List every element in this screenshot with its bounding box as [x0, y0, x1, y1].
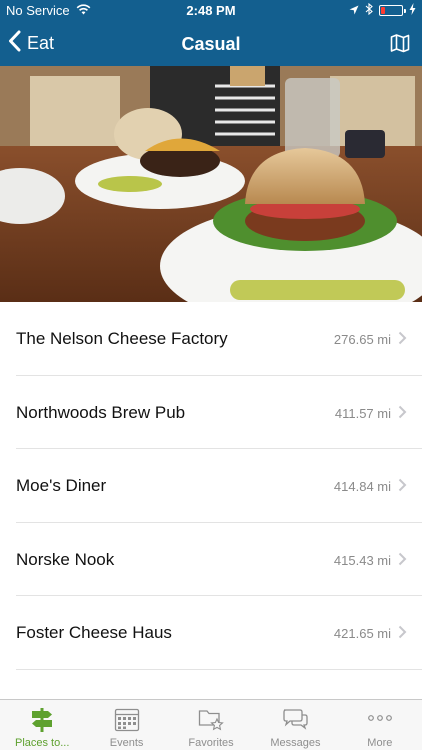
places-list: The Nelson Cheese Factory 276.65 mi Nort… [0, 302, 422, 670]
status-right [349, 2, 416, 18]
list-item[interactable]: Northwoods Brew Pub 411.57 mi [0, 376, 422, 450]
hero-photo [0, 66, 422, 302]
place-name: Foster Cheese Haus [16, 623, 172, 643]
tab-messages[interactable]: Messages [253, 700, 337, 750]
bluetooth-icon [365, 2, 373, 18]
chat-bubbles-icon [253, 705, 337, 733]
chevron-right-icon [398, 625, 407, 644]
favorites-folder-icon [169, 705, 253, 733]
charging-bolt-icon [409, 3, 416, 18]
page-title: Casual [181, 34, 241, 54]
place-distance: 421.65 mi [333, 626, 391, 642]
place-name: Moe's Diner [16, 476, 107, 496]
tab-bar: Places to... Events Favorites Messages M… [0, 699, 422, 750]
place-distance: 276.65 mi [333, 332, 391, 347]
calendar-icon [84, 705, 168, 733]
place-distance: 411.57 mi [334, 405, 391, 421]
tab-more[interactable]: More [338, 700, 422, 750]
chevron-right-icon [398, 478, 407, 497]
chevron-right-icon [398, 405, 407, 424]
signpost-icon [0, 705, 84, 733]
tab-label: Places to... [14, 737, 70, 749]
tab-places[interactable]: Places to... [0, 700, 84, 750]
place-name: Norske Nook [16, 549, 115, 569]
map-button[interactable] [390, 33, 410, 58]
status-bar: No Service 2:48 PM [0, 0, 422, 22]
chevron-right-icon [398, 331, 407, 350]
place-name: The Nelson Cheese Factory [16, 329, 228, 348]
tab-label: Events [109, 737, 144, 749]
more-dots-icon [338, 705, 422, 733]
battery-level [381, 7, 385, 14]
chevron-right-icon [398, 552, 407, 571]
tab-favorites[interactable]: Favorites [169, 700, 253, 750]
tab-label: Messages [270, 737, 321, 749]
map-icon [390, 34, 410, 57]
list-item[interactable]: The Nelson Cheese Factory 276.65 mi [0, 302, 422, 376]
list-item[interactable]: Norske Nook 415.43 mi [0, 523, 422, 597]
tab-label: Favorites [188, 737, 234, 749]
tab-events[interactable]: Events [84, 700, 168, 750]
place-name: Northwoods Brew Pub [16, 402, 186, 422]
list-item[interactable]: Foster Cheese Haus 421.65 mi [0, 596, 422, 670]
list-item[interactable]: Moe's Diner 414.84 mi [0, 449, 422, 523]
battery-nub [404, 9, 406, 13]
navigation-bar: Eat Casual [0, 22, 422, 66]
food-photo-icon [0, 66, 422, 302]
place-distance: 414.84 mi [333, 479, 391, 495]
place-distance: 415.43 mi [333, 552, 391, 568]
battery-icon [379, 5, 406, 16]
tab-label: More [367, 737, 393, 749]
location-arrow-icon [349, 3, 359, 18]
